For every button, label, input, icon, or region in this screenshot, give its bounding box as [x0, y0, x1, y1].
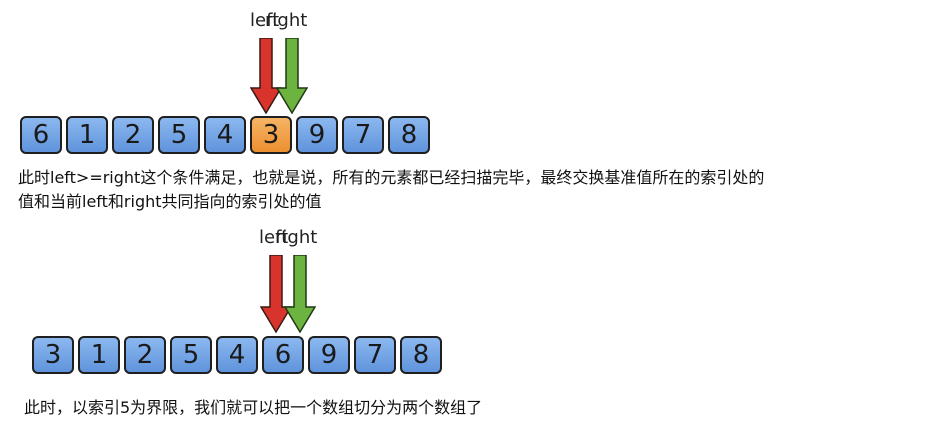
right-pointer-label: right — [265, 10, 308, 31]
array-row-step2: 312546978 — [32, 336, 446, 374]
array-cell: 9 — [308, 336, 350, 374]
array-cell: 1 — [78, 336, 120, 374]
array-cell: 7 — [342, 116, 384, 154]
array-cell: 5 — [158, 116, 200, 154]
caption-step1-line1: 此时left>=right这个条件满足，也就是说，所有的元素都已经扫描完毕，最终… — [18, 168, 765, 187]
array-cell: 6 — [262, 336, 304, 374]
array-cell: 3 — [250, 116, 292, 154]
array-cell: 6 — [20, 116, 62, 154]
array-cell: 7 — [354, 336, 396, 374]
caption-step1-line2: 值和当前left和right共同指向的索引处的值 — [18, 192, 322, 211]
array-row-step1: 612543978 — [20, 116, 434, 154]
array-cell: 8 — [400, 336, 442, 374]
caption-step2: 此时，以索引5为界限，我们就可以把一个数组切分为两个数组了 — [24, 398, 483, 417]
array-cell: 9 — [296, 116, 338, 154]
array-cell: 2 — [124, 336, 166, 374]
right-arrow-icon-step2 — [284, 255, 316, 333]
right-pointer-label-step2: right — [275, 227, 318, 248]
array-cell: 1 — [66, 116, 108, 154]
array-cell: 4 — [204, 116, 246, 154]
quicksort-partition-diagram: left right 612543978 此时left>=right这个条件满足… — [0, 0, 947, 429]
array-cell: 3 — [32, 336, 74, 374]
array-cell: 5 — [170, 336, 212, 374]
array-cell: 2 — [112, 116, 154, 154]
array-cell: 4 — [216, 336, 258, 374]
array-cell: 8 — [388, 116, 430, 154]
right-arrow-icon — [276, 38, 308, 114]
